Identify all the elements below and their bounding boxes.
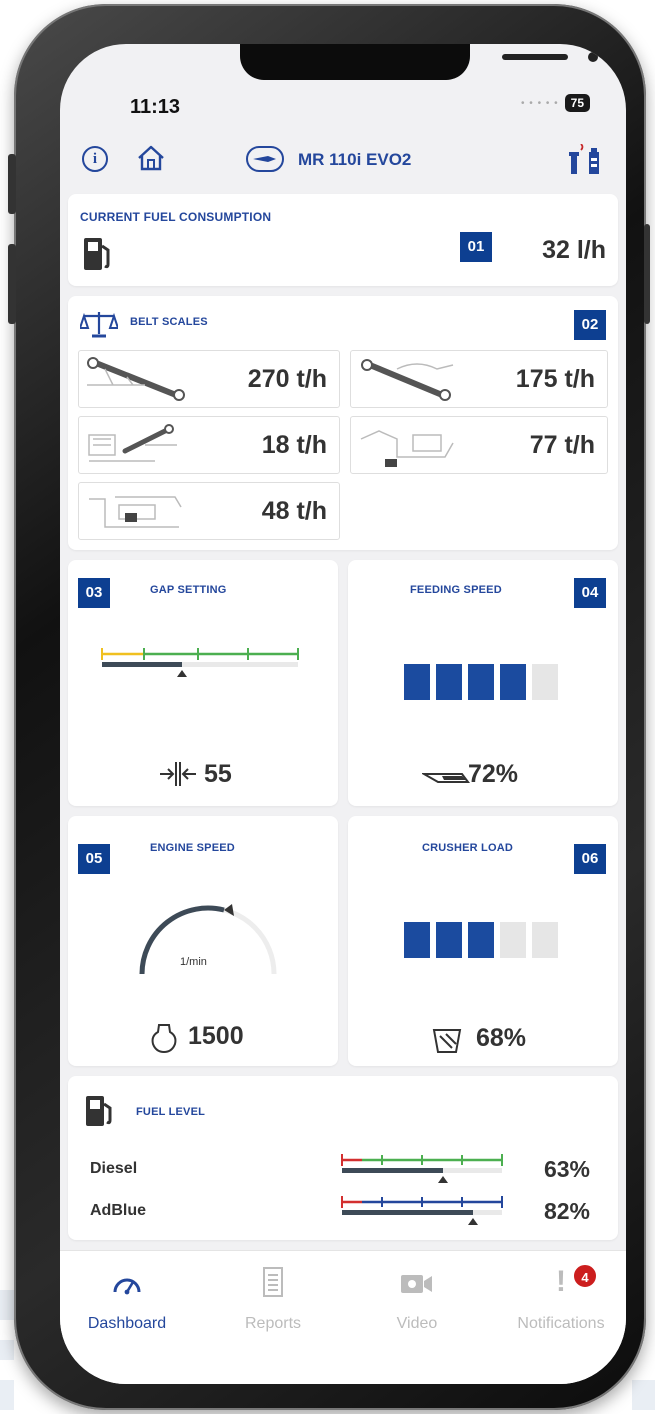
badge-01: 01	[460, 232, 492, 262]
crusher-load-value: 68%	[476, 1024, 527, 1052]
power-button	[644, 224, 650, 324]
fuel-pump-icon	[84, 238, 110, 270]
rpm-gauge	[139, 904, 277, 975]
tab-reports[interactable]: Reports	[208, 1251, 338, 1351]
gap-setting-card[interactable]: 03 GAP SETTING 55	[68, 560, 338, 806]
status-time: 11:13	[130, 96, 181, 118]
level-segment	[532, 922, 558, 958]
belt-scale-value: 48 t/h	[261, 497, 327, 525]
fuel-pump-icon	[86, 1096, 112, 1126]
belt-scales-card[interactable]: BELT SCALES 02 270 t/h 175 t/h 18 t/h 77…	[68, 296, 618, 550]
conveyor-icon	[88, 424, 177, 462]
home-icon[interactable]	[136, 144, 166, 172]
fuel-level-card[interactable]: FUEL LEVEL Diesel 63% AdBlue 82%	[68, 1076, 618, 1240]
tab-bar: Dashboard Reports Video ! 4 Notification…	[60, 1250, 626, 1384]
diesel-value: 63%	[543, 1156, 590, 1182]
belt-scale-tile[interactable]: 270 t/h	[78, 350, 340, 408]
card-title: CRUSHER LOAD	[422, 842, 514, 854]
level-segment	[436, 664, 462, 700]
conveyor-icon	[360, 430, 454, 467]
adblue-label: AdBlue	[90, 1202, 146, 1219]
belt-scale-tile[interactable]: 175 t/h	[350, 350, 608, 408]
card-title: CURRENT FUEL CONSUMPTION	[80, 210, 272, 224]
crusher-load-card[interactable]: CRUSHER LOAD 06 68%	[348, 816, 618, 1066]
tab-label: Reports	[244, 1315, 302, 1332]
tab-label: Notifications	[517, 1315, 605, 1332]
signal-icon: • • • • •	[521, 97, 559, 109]
level-segment	[468, 922, 494, 958]
level-segment	[532, 664, 558, 700]
fuel-consumption-value: 32 l/h	[542, 236, 606, 264]
notification-badge: 4	[572, 1263, 598, 1289]
tab-notifications[interactable]: ! 4 Notifications	[496, 1251, 626, 1351]
level-segment	[404, 922, 430, 958]
level-segment	[500, 664, 526, 700]
conveyor-icon	[89, 496, 182, 528]
engine-speed-value: 1500	[188, 1022, 244, 1050]
tab-dashboard[interactable]: Dashboard	[62, 1251, 192, 1351]
badge-03: 03	[78, 578, 110, 608]
app-screen: 11:13 • • • • • 75 i MR 110i EVO2 CURREN…	[60, 44, 626, 1384]
diesel-level-bar	[341, 1154, 503, 1183]
machine-title[interactable]: MR 110i EVO2	[298, 150, 411, 170]
video-camera-icon	[401, 1275, 432, 1293]
card-title: FEEDING SPEED	[410, 584, 502, 596]
alert-icon: !	[556, 1265, 566, 1298]
engine-icon	[151, 1024, 177, 1054]
belt-scale-tile[interactable]: 18 t/h	[78, 416, 340, 474]
fuel-consumption-card[interactable]: CURRENT FUEL CONSUMPTION 01 32 l/h	[68, 194, 618, 286]
tab-label: Video	[396, 1315, 438, 1332]
crusher-icon	[432, 1029, 462, 1053]
belt-scale-tile[interactable]: 48 t/h	[78, 482, 340, 540]
badge-02: 02	[574, 310, 606, 340]
info-icon[interactable]: i	[82, 146, 108, 172]
phone-frame: 11:13 • • • • • 75 i MR 110i EVO2 CURREN…	[8, 4, 650, 1410]
connection-icon[interactable]	[568, 144, 602, 176]
badge-04: 04	[574, 578, 606, 608]
feeding-speed-value: 72%	[468, 760, 519, 788]
scales-icon	[80, 312, 118, 338]
rpm-unit: 1/min	[180, 956, 207, 968]
belt-scale-tile[interactable]: 77 t/h	[350, 416, 608, 474]
gap-setting-value: 55	[204, 760, 232, 788]
top-nav: i MR 110i EVO2	[60, 140, 626, 180]
belt-scale-value: 18 t/h	[261, 431, 327, 459]
level-segment	[468, 664, 494, 700]
gap-width-icon	[160, 762, 196, 786]
belt-scale-value: 175 t/h	[515, 365, 595, 393]
feeder-icon	[422, 773, 470, 783]
battery-icon: 75	[564, 94, 590, 112]
tab-label: Dashboard	[87, 1315, 167, 1332]
report-icon	[263, 1267, 283, 1297]
card-title: BELT SCALES	[130, 316, 208, 328]
diesel-label: Diesel	[90, 1160, 138, 1177]
adblue-level-bar	[341, 1196, 503, 1225]
status-indicators: • • • • • 75	[521, 94, 590, 112]
badge-06: 06	[574, 844, 606, 874]
gauge-icon	[113, 1278, 141, 1295]
gap-gauge	[101, 648, 299, 677]
volume-button	[8, 244, 16, 324]
card-title: GAP SETTING	[150, 584, 227, 596]
conveyor-icon	[361, 359, 454, 401]
card-title: FUEL LEVEL	[136, 1106, 206, 1118]
notch	[240, 44, 598, 80]
conveyor-icon	[87, 357, 185, 401]
mute-switch	[8, 154, 16, 214]
badge-05: 05	[78, 844, 110, 874]
card-title: ENGINE SPEED	[150, 842, 235, 854]
feeding-speed-card[interactable]: FEEDING SPEED 04 72%	[348, 560, 618, 806]
engine-speed-card[interactable]: 05 ENGINE SPEED 1/min 1500	[68, 816, 338, 1066]
level-segment	[436, 922, 462, 958]
belt-scale-value: 270 t/h	[247, 365, 327, 393]
machine-icon	[246, 146, 284, 172]
level-segment	[500, 922, 526, 958]
belt-scale-value: 77 t/h	[529, 431, 595, 459]
adblue-value: 82%	[543, 1198, 590, 1224]
tab-video[interactable]: Video	[352, 1251, 482, 1351]
level-segment	[404, 664, 430, 700]
